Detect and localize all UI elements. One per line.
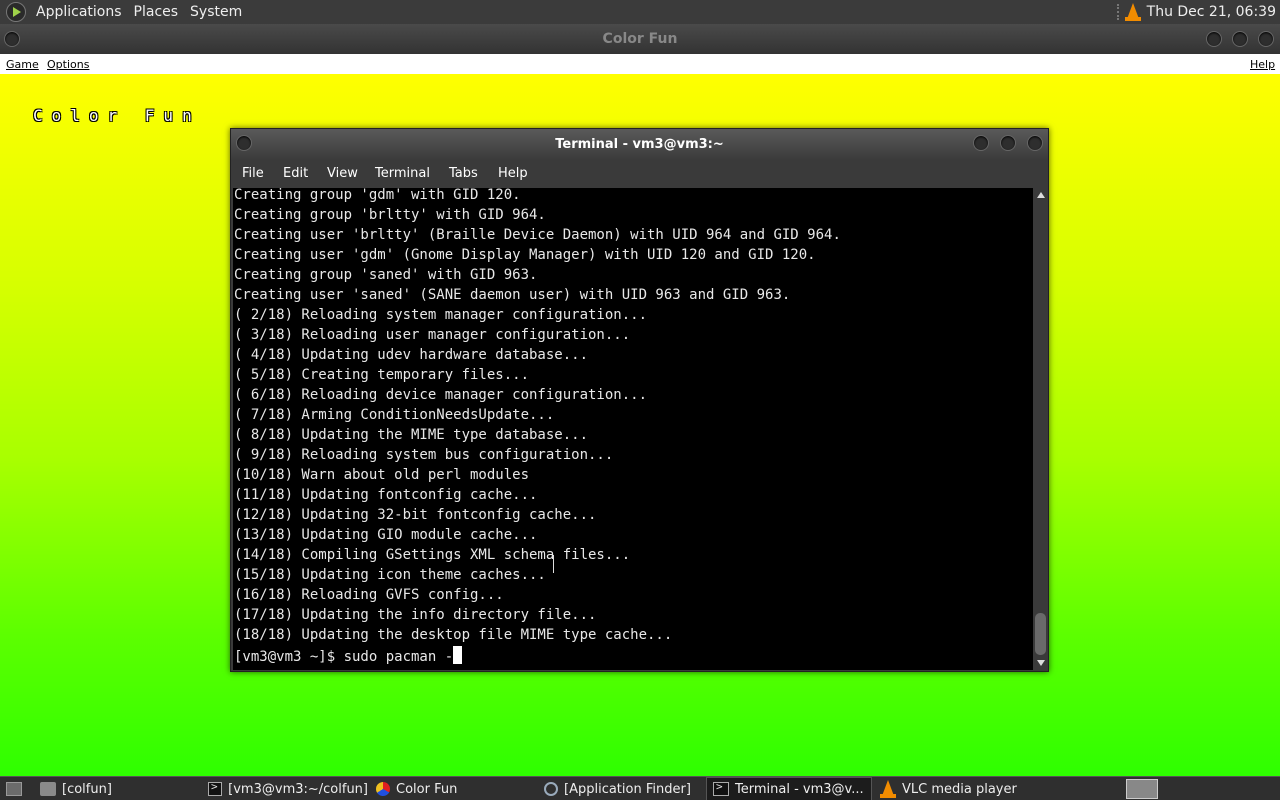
terminal-output-line: (14/18) Compiling GSettings XML schema f…	[234, 547, 631, 563]
terminal-help-menu[interactable]: Help	[498, 166, 528, 181]
task-label: [Application Finder]	[564, 781, 691, 797]
terminal-output-line: (11/18) Updating fontconfig cache...	[234, 487, 538, 503]
terminal-output-line: ( 7/18) Arming ConditionNeedsUpdate...	[234, 407, 555, 423]
close-button[interactable]	[1258, 31, 1274, 47]
terminal-output-line: Creating group 'gdm' with GID 120.	[234, 188, 521, 203]
terminal-prompt: [vm3@vm3 ~]$	[234, 649, 344, 665]
scrollbar-thumb[interactable]	[1035, 613, 1046, 655]
help-menu[interactable]: Help	[1250, 58, 1275, 71]
terminal-terminal-menu[interactable]: Terminal	[375, 166, 430, 181]
task-label: VLC media player	[902, 781, 1017, 797]
terminal-output-line: Creating group 'saned' with GID 963.	[234, 267, 538, 283]
terminal-output-line: ( 4/18) Updating udev hardware database.…	[234, 347, 589, 363]
terminal-file-menu[interactable]: File	[242, 166, 264, 181]
terminal-icon	[713, 780, 729, 796]
folder-icon	[40, 782, 56, 796]
task-terminal-active[interactable]: Terminal - vm3@v...	[706, 777, 872, 800]
terminal-scrollbar[interactable]	[1033, 188, 1048, 670]
terminal-icon	[208, 780, 223, 796]
ibeam-cursor-icon	[553, 555, 555, 573]
colorfun-icon	[376, 782, 390, 796]
task-vlc[interactable]: VLC media player	[874, 777, 1040, 800]
terminal-titlebar[interactable]: Terminal - vm3@vm3:~	[231, 129, 1048, 160]
desktop-icon	[6, 782, 22, 796]
terminal-view-menu[interactable]: View	[327, 166, 358, 181]
task-label: [vm3@vm3:~/colfun]	[228, 781, 368, 797]
bottom-panel: [colfun] [vm3@vm3:~/colfun] Color Fun [A…	[0, 776, 1280, 800]
window-menu-button[interactable]	[4, 31, 20, 47]
terminal-output-line: ( 6/18) Reloading device manager configu…	[234, 387, 648, 403]
distro-logo-icon[interactable]	[6, 2, 26, 22]
terminal-maximize-button[interactable]	[1000, 135, 1016, 151]
terminal-tabs-menu[interactable]: Tabs	[449, 166, 478, 181]
task-application-finder[interactable]: [Application Finder]	[538, 777, 704, 800]
terminal-output-line: Creating user 'gdm' (Gnome Display Manag…	[234, 247, 816, 263]
terminal-prompt-line[interactable]: [vm3@vm3 ~]$ sudo pacman -	[233, 646, 463, 667]
options-menu[interactable]: Options	[47, 58, 89, 71]
terminal-minimize-button[interactable]	[973, 135, 989, 151]
show-desktop-button[interactable]	[0, 777, 34, 800]
terminal-output-line: (12/18) Updating 32-bit fontconfig cache…	[234, 507, 597, 523]
terminal-window-menu-button[interactable]	[236, 135, 252, 151]
terminal-menubar: File Edit View Terminal Tabs Help	[231, 160, 1048, 188]
terminal-screen[interactable]: Creating group 'gdm' with GID 120. Creati…	[233, 188, 1033, 670]
workspace-switcher[interactable]	[1126, 779, 1158, 799]
text-cursor	[453, 646, 463, 664]
task-label: Color Fun	[396, 781, 458, 797]
task-colfun[interactable]: [colfun]	[34, 777, 200, 800]
system-menu[interactable]: System	[184, 0, 248, 24]
terminal-output-line: (15/18) Updating icon theme caches...	[234, 567, 546, 583]
colorfun-menubar: Game Options Help	[0, 54, 1280, 74]
terminal-window-title: Terminal - vm3@vm3:~	[555, 137, 724, 152]
terminal-output-line: (13/18) Updating GIO module cache...	[234, 527, 538, 543]
terminal-output-line: ( 8/18) Updating the MIME type database.…	[234, 427, 589, 443]
terminal-output-line: (16/18) Reloading GVFS config...	[234, 587, 504, 603]
applications-menu[interactable]: Applications	[30, 0, 128, 24]
vlc-tray-icon[interactable]	[1124, 3, 1141, 21]
places-menu[interactable]: Places	[128, 0, 185, 24]
colorfun-titlebar[interactable]: Color Fun	[0, 24, 1280, 54]
terminal-output-line: ( 5/18) Creating temporary files...	[234, 367, 530, 383]
terminal-output-line: (17/18) Updating the info directory file…	[234, 607, 597, 623]
clock[interactable]: Thu Dec 21, 06:39	[1147, 4, 1276, 20]
task-label: [colfun]	[62, 781, 112, 797]
task-label: Terminal - vm3@v...	[735, 781, 864, 797]
terminal-edit-menu[interactable]: Edit	[283, 166, 308, 181]
vlc-icon	[880, 780, 896, 798]
terminal-output-line: Creating user 'brltty' (Braille Device D…	[234, 227, 841, 243]
terminal-close-button[interactable]	[1027, 135, 1043, 151]
task-color-fun[interactable]: Color Fun	[370, 777, 536, 800]
terminal-window[interactable]: Terminal - vm3@vm3:~ File Edit View Term…	[230, 128, 1049, 672]
colorfun-window-title: Color Fun	[602, 31, 678, 47]
scroll-up-icon[interactable]	[1037, 192, 1045, 198]
top-panel: Applications Places System Thu Dec 21, 0…	[0, 0, 1280, 24]
game-menu[interactable]: Game	[6, 58, 39, 71]
scroll-down-icon[interactable]	[1037, 660, 1045, 666]
terminal-output-line: Creating user 'saned' (SANE daemon user)…	[234, 287, 791, 303]
search-icon	[544, 782, 558, 796]
colorfun-canvas-title: Color Fun	[33, 106, 201, 125]
top-panel-tray: Thu Dec 21, 06:39	[1116, 0, 1276, 24]
panel-separator	[1116, 4, 1119, 20]
minimize-button[interactable]	[1206, 31, 1222, 47]
terminal-output-line: (10/18) Warn about old perl modules	[234, 467, 530, 483]
terminal-output-line: Creating group 'brltty' with GID 964.	[234, 207, 546, 223]
terminal-output-line: ( 9/18) Reloading system bus configurati…	[234, 447, 614, 463]
terminal-command[interactable]: sudo pacman -	[344, 649, 454, 665]
maximize-button[interactable]	[1232, 31, 1248, 47]
terminal-output-line: ( 3/18) Reloading user manager configura…	[234, 327, 631, 343]
terminal-output-line: ( 2/18) Reloading system manager configu…	[234, 307, 648, 323]
terminal-output: Creating group 'gdm' with GID 120. Creati…	[233, 188, 1033, 645]
terminal-output-line: (18/18) Updating the desktop file MIME t…	[234, 627, 673, 643]
task-vm3-colfun-terminal[interactable]: [vm3@vm3:~/colfun]	[202, 777, 368, 800]
